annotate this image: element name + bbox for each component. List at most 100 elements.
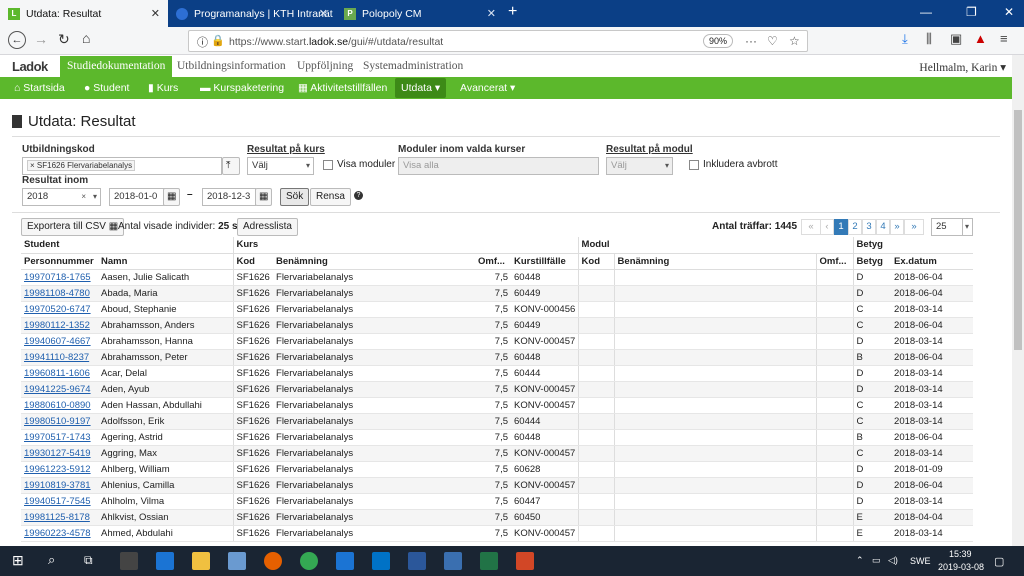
close-window-icon[interactable]: ✕ (1004, 5, 1014, 19)
personnummer-link[interactable]: 19960223-4578 (24, 528, 91, 539)
forward-icon[interactable]: → (34, 31, 48, 47)
more-icon[interactable]: ··· (745, 34, 757, 48)
utbildningskod-input[interactable]: × SF1626 Flervariabelanalys (22, 157, 222, 175)
personnummer-link[interactable]: 19981125-8178 (24, 512, 90, 523)
pagination-prev[interactable]: ‹ (820, 219, 834, 235)
language-indicator[interactable]: SWE (910, 556, 931, 566)
pagination-page-3[interactable]: 3 (862, 219, 876, 235)
pdf-icon[interactable]: ▲ (974, 31, 987, 46)
firefox-icon[interactable] (264, 552, 282, 570)
upload-icon[interactable]: ⤒ (222, 157, 240, 175)
bookmark-star-icon[interactable]: ☆ (789, 34, 800, 48)
close-tab-icon[interactable]: ✕ (151, 7, 160, 20)
inkludera-avbrott-checkbox[interactable] (689, 160, 699, 170)
task-view-icon[interactable]: ⧉ (84, 553, 93, 568)
year-select[interactable]: 2018 × ▾ (22, 188, 101, 206)
search-icon[interactable]: ⌕ (48, 552, 55, 568)
export-csv-button[interactable]: Exportera till CSV ▦ (21, 218, 125, 236)
new-tab-icon[interactable]: + (508, 3, 517, 21)
file-explorer-icon[interactable] (192, 552, 210, 570)
home-icon[interactable]: ⌂ (82, 30, 90, 46)
info-icon[interactable]: ⓘ (197, 34, 208, 50)
chevron-up-icon[interactable]: ⌃ (856, 555, 864, 566)
col-modul-kod[interactable]: Kod (577, 253, 615, 270)
pagination-page-1[interactable]: 1 (834, 219, 848, 235)
url-bar[interactable]: ⓘ 🔒 https://www.start.ladok.se/gui/#/utd… (188, 30, 808, 52)
col-personnummer[interactable]: Personnummer (21, 253, 98, 270)
col-kurstillfalle[interactable]: Kurstillfälle (511, 253, 579, 270)
nav-avancerat[interactable]: Avancerat ▾ (454, 77, 521, 99)
personnummer-link[interactable]: 19940607-4667 (24, 336, 91, 347)
pagination-first[interactable]: « (801, 219, 821, 235)
close-tab-icon[interactable]: ✕ (319, 7, 328, 20)
col-betyg[interactable]: Betyg (852, 253, 892, 270)
tab-uppfoljning[interactable]: Uppföljning (290, 56, 360, 77)
col-kurs-benamning[interactable]: Benämning (273, 253, 476, 270)
pagination-page-2[interactable]: 2 (848, 219, 862, 235)
windows-start-icon[interactable]: ⊞ (12, 552, 24, 569)
personnummer-link[interactable]: 19970520-6747 (24, 304, 91, 315)
col-ex-datum[interactable]: Ex.datum (891, 253, 974, 270)
pocket-icon[interactable]: ♡ (767, 34, 778, 48)
personnummer-link[interactable]: 19970718-1765 (24, 272, 91, 283)
ie-icon[interactable] (336, 552, 354, 570)
personnummer-link[interactable]: 19880610-0890 (24, 400, 91, 411)
powerpoint-icon[interactable] (516, 552, 534, 570)
download-icon[interactable]: ⤓ (902, 31, 908, 47)
personnummer-link[interactable]: 19960811-1606 (24, 368, 90, 379)
network-icon[interactable]: ▭ (872, 555, 881, 566)
calendar-icon[interactable]: ▦ (255, 188, 272, 206)
edge-icon[interactable] (156, 552, 174, 570)
resultat-pa-kurs-select[interactable]: Välj ▾ (247, 157, 314, 175)
nav-kurspaketering[interactable]: ▬ Kurspaketering (194, 77, 290, 99)
rensa-button[interactable]: Rensa (310, 188, 351, 206)
personnummer-link[interactable]: 19941225-9674 (24, 384, 91, 395)
menu-icon[interactable]: ≡ (1000, 31, 1008, 46)
sok-button[interactable]: Sök (280, 188, 310, 206)
page-size-select[interactable]: 25 ▾ (931, 218, 973, 236)
pagination-last[interactable]: » (904, 219, 924, 235)
personnummer-link[interactable]: 19930127-5419 (24, 448, 91, 459)
pagination-page-4[interactable]: 4 (876, 219, 890, 235)
minimize-icon[interactable]: — (920, 5, 932, 19)
personnummer-link[interactable]: 19940517-7545 (24, 496, 91, 507)
date-to-input[interactable]: 2018-12-3 (202, 188, 256, 206)
nav-startsida[interactable]: ⌂ Startsida (8, 77, 71, 99)
nav-utdata[interactable]: Utdata ▾ (395, 78, 447, 98)
user-menu[interactable]: Hellmalm, Karin ▾ (919, 60, 1006, 74)
col-modul-omf[interactable]: Omf... (815, 253, 854, 270)
outlook-icon[interactable] (372, 552, 390, 570)
tab-systemadministration[interactable]: Systemadministration (356, 56, 470, 77)
col-kurs-omf[interactable]: Omf... (475, 253, 512, 270)
personnummer-link[interactable]: 19980510-9197 (24, 416, 91, 427)
excel-icon[interactable] (480, 552, 498, 570)
date-from-input[interactable]: 2018-01-0 (109, 188, 166, 206)
personnummer-link[interactable]: 19941110-8237 (24, 352, 89, 363)
col-modul-benamning[interactable]: Benämning (613, 253, 817, 270)
scrollbar-thumb[interactable] (1014, 110, 1022, 350)
pagination-next[interactable]: » (890, 219, 904, 235)
browser-tab-active[interactable]: L Utdata: Resultat ✕ (0, 0, 168, 27)
col-kurs-kod[interactable]: Kod (232, 253, 274, 270)
nav-aktivitetstillfallen[interactable]: ▦ Aktivitetstillfällen (292, 77, 393, 99)
nav-kurs[interactable]: ▮ Kurs (142, 77, 184, 99)
personnummer-link[interactable]: 19910819-3781 (24, 480, 91, 491)
volume-icon[interactable]: ◁) (888, 555, 898, 566)
zoom-indicator[interactable]: 90% (703, 34, 734, 48)
ladok-logo[interactable]: Ladok (12, 59, 48, 74)
personnummer-link[interactable]: 19981108-4780 (24, 288, 90, 299)
col-namn[interactable]: Namn (98, 253, 234, 270)
visa-moduler-checkbox[interactable] (323, 160, 333, 170)
browser-tab[interactable]: Programanalys | KTH Intranät ✕ (168, 0, 336, 27)
back-icon[interactable]: ← (8, 31, 26, 49)
restore-icon[interactable]: ❐ (966, 5, 977, 19)
adresslista-button[interactable]: Adresslista (237, 218, 298, 236)
reload-icon[interactable]: ↻ (58, 31, 70, 48)
chrome-icon[interactable] (300, 552, 318, 570)
browser-tab[interactable]: P Polopoly CM ✕ (336, 0, 504, 27)
tab-studiedokumentation[interactable]: Studiedokumentation (60, 56, 173, 77)
moduler-input[interactable]: Visa alla (398, 157, 599, 175)
word-icon[interactable] (408, 552, 426, 570)
nav-student[interactable]: ● Student (78, 77, 135, 99)
close-tab-icon[interactable]: ✕ (487, 7, 496, 20)
